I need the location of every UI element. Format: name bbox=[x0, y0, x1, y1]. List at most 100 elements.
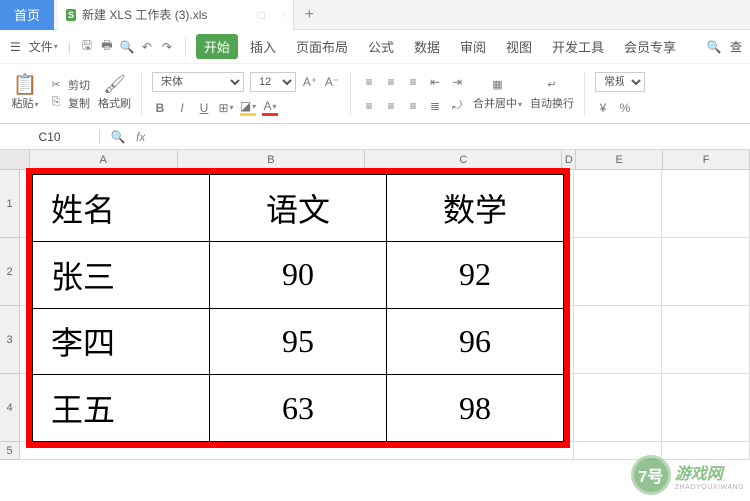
new-tab-button[interactable]: + bbox=[294, 6, 324, 24]
watermark-sub: ZHAOYOUXIWANG bbox=[675, 484, 744, 491]
data-cell[interactable]: 李四 bbox=[33, 308, 210, 375]
copy-icon: ⎘ bbox=[48, 95, 64, 111]
copy-button[interactable]: ⎘复制 bbox=[48, 95, 90, 111]
data-cell[interactable]: 63 bbox=[210, 375, 387, 442]
shrink-font-icon[interactable]: A⁻ bbox=[324, 74, 340, 90]
data-cell[interactable]: 张三 bbox=[33, 241, 210, 308]
align-right-icon[interactable]: ≡ bbox=[405, 98, 421, 114]
cells-area[interactable]: 姓名 语文 数学 张三 90 92 李四 95 96 bbox=[20, 170, 750, 460]
table-row: 王五 63 98 bbox=[33, 375, 564, 442]
preview-icon[interactable]: 🔍 bbox=[119, 39, 135, 55]
indent-right-icon[interactable]: ⇥ bbox=[449, 74, 465, 90]
fx-label[interactable]: fx bbox=[136, 130, 145, 144]
wrap-text-button[interactable]: ↵ 自动换行 bbox=[526, 68, 578, 119]
col-header[interactable]: D bbox=[562, 150, 576, 169]
merge-icon: ▦ bbox=[490, 77, 506, 93]
row-headers: 1 2 3 4 5 bbox=[0, 170, 20, 460]
menu-start[interactable]: 开始 bbox=[196, 34, 238, 59]
data-cell[interactable]: 王五 bbox=[33, 375, 210, 442]
fill-color-icon[interactable]: ◪▾ bbox=[240, 100, 256, 116]
table-header-row: 姓名 语文 数学 bbox=[33, 175, 564, 242]
print-icon[interactable]: 🖶 bbox=[99, 39, 115, 55]
hamburger-icon[interactable]: ☰ bbox=[8, 36, 23, 58]
watermark-text: 游戏网 bbox=[675, 460, 744, 484]
row-header[interactable]: 3 bbox=[0, 306, 20, 374]
data-cell[interactable]: 95 bbox=[210, 308, 387, 375]
highlighted-table: 姓名 语文 数学 张三 90 92 李四 95 96 bbox=[26, 168, 570, 448]
paste-button[interactable]: 📋 粘贴▾ bbox=[6, 68, 44, 119]
col-header[interactable]: C bbox=[365, 150, 562, 169]
row-header[interactable]: 4 bbox=[0, 374, 20, 442]
col-header[interactable]: A bbox=[30, 150, 178, 169]
header-cell[interactable]: 语文 bbox=[210, 175, 387, 242]
col-header[interactable]: F bbox=[663, 150, 750, 169]
save-icon[interactable]: 🖫 bbox=[79, 39, 95, 55]
percent-icon[interactable]: % bbox=[617, 100, 633, 116]
align-top-icon[interactable]: ≡ bbox=[361, 74, 377, 90]
align-left-icon[interactable]: ≡ bbox=[361, 98, 377, 114]
data-cell[interactable]: 96 bbox=[387, 308, 564, 375]
row-header[interactable]: 2 bbox=[0, 238, 20, 306]
watermark-badge: 7号 bbox=[631, 455, 671, 495]
menu-view[interactable]: 视图 bbox=[498, 33, 540, 60]
row-header[interactable]: 1 bbox=[0, 170, 20, 238]
border-icon[interactable]: ⊞▾ bbox=[218, 100, 234, 116]
orientation-icon[interactable]: ⤾ bbox=[449, 98, 465, 114]
menu-formula[interactable]: 公式 bbox=[360, 33, 402, 60]
data-cell[interactable]: 98 bbox=[387, 375, 564, 442]
row-header[interactable]: 5 bbox=[0, 442, 20, 460]
zoom-fx-icon[interactable]: 🔍 bbox=[110, 129, 126, 145]
format-painter-button[interactable]: 🖌 格式刷 bbox=[94, 68, 135, 119]
redo-icon[interactable]: ↷ bbox=[159, 39, 175, 55]
menu-insert[interactable]: 插入 bbox=[242, 33, 284, 60]
menu-dev[interactable]: 开发工具 bbox=[544, 33, 612, 60]
merge-center-button[interactable]: ▦ 合并居中▾ bbox=[469, 68, 526, 119]
search-icon[interactable]: 🔍 bbox=[706, 39, 722, 55]
column-headers: A B C D E F bbox=[0, 150, 750, 170]
data-cell[interactable]: 90 bbox=[210, 241, 387, 308]
font-color-icon[interactable]: A▾ bbox=[262, 100, 278, 116]
menu-data[interactable]: 数据 bbox=[406, 33, 448, 60]
number-format-select[interactable]: 常规 bbox=[595, 72, 645, 92]
font-name-select[interactable]: 宋体 bbox=[152, 72, 244, 92]
home-tab[interactable]: 首页 bbox=[0, 0, 54, 30]
file-tab[interactable]: S 新建 XLS 工作表 (3).xls □ · bbox=[58, 0, 294, 30]
col-header[interactable]: E bbox=[576, 150, 663, 169]
italic-icon[interactable]: I bbox=[174, 100, 190, 116]
align-middle-icon[interactable]: ≡ bbox=[383, 74, 399, 90]
align-bottom-icon[interactable]: ≡ bbox=[405, 74, 421, 90]
currency-icon[interactable]: ¥ bbox=[595, 100, 611, 116]
data-cell[interactable]: 92 bbox=[387, 241, 564, 308]
file-name: 新建 XLS 工作表 (3).xls bbox=[82, 6, 207, 23]
col-header[interactable]: B bbox=[178, 150, 365, 169]
header-cell[interactable]: 数学 bbox=[387, 175, 564, 242]
brush-icon: 🖌 bbox=[107, 77, 123, 93]
indent-left-icon[interactable]: ⇤ bbox=[427, 74, 443, 90]
wrap-icon: ↵ bbox=[544, 77, 560, 93]
font-size-select[interactable]: 12 bbox=[250, 72, 296, 92]
underline-icon[interactable]: U bbox=[196, 100, 212, 116]
search-label[interactable]: 查 bbox=[730, 38, 742, 55]
watermark: 7号 游戏网 ZHAOYOUXIWANG bbox=[631, 455, 744, 495]
header-cell[interactable]: 姓名 bbox=[33, 175, 210, 242]
table-row: 张三 90 92 bbox=[33, 241, 564, 308]
justify-icon[interactable]: ≣ bbox=[427, 98, 443, 114]
select-all-corner[interactable] bbox=[0, 150, 30, 169]
grow-font-icon[interactable]: A⁺ bbox=[302, 74, 318, 90]
menu-bar: ☰ 文件▾ | 🖫 🖶 🔍 ↶ ↷ 开始 插入 页面布局 公式 数据 审阅 视图… bbox=[0, 30, 750, 64]
menu-review[interactable]: 审阅 bbox=[452, 33, 494, 60]
bold-icon[interactable]: B bbox=[152, 100, 168, 116]
menu-vip[interactable]: 会员专享 bbox=[616, 33, 684, 60]
file-menu[interactable]: 文件▾ bbox=[27, 34, 60, 59]
ribbon-toolbar: 📋 粘贴▾ ✂剪切 ⎘复制 🖌 格式刷 宋体 12 A⁺ A⁻ B I U ⊞▾ bbox=[0, 64, 750, 124]
spreadsheet-grid[interactable]: A B C D E F 1 2 3 4 5 姓名 语文 bbox=[0, 150, 750, 460]
table-row: 李四 95 96 bbox=[33, 308, 564, 375]
tab-menu-icon[interactable]: □ bbox=[253, 7, 269, 23]
xls-icon: S bbox=[66, 9, 76, 21]
cut-button[interactable]: ✂剪切 bbox=[48, 77, 90, 93]
undo-icon[interactable]: ↶ bbox=[139, 39, 155, 55]
name-box[interactable]: C10 bbox=[0, 130, 100, 144]
menu-layout[interactable]: 页面布局 bbox=[288, 33, 356, 60]
align-center-icon[interactable]: ≡ bbox=[383, 98, 399, 114]
formula-bar: C10 🔍 fx bbox=[0, 124, 750, 150]
